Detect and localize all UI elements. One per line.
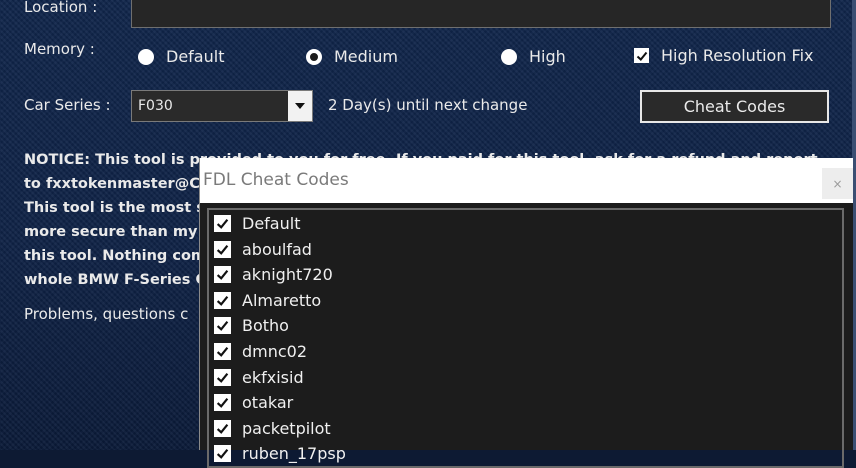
cheat-code-label: Almaretto [242, 290, 322, 310]
checkmark-icon[interactable] [214, 240, 231, 258]
radio-label: Medium [334, 47, 398, 66]
cheat-code-label: Default [242, 214, 301, 233]
car-series-label: Car Series : [24, 96, 111, 114]
cheat-code-item[interactable]: aknight720 [214, 265, 333, 284]
cheat-code-label: dmnc02 [242, 342, 308, 361]
checkmark-icon[interactable] [214, 368, 231, 386]
radio-indicator-selected [306, 48, 322, 65]
memory-radio-high[interactable]: High [501, 47, 566, 66]
dialog-titlebar[interactable]: FDL Cheat Codes × [200, 158, 853, 203]
checkmark-icon[interactable] [214, 419, 231, 437]
close-icon[interactable]: × [822, 168, 853, 199]
location-input[interactable] [131, 0, 831, 28]
radio-label: High [529, 47, 566, 66]
cheat-code-item[interactable]: packetpilot [214, 419, 331, 438]
cheat-code-item[interactable]: Botho [214, 316, 289, 335]
cheat-code-label: packetpilot [242, 418, 331, 438]
memory-label: Memory : [24, 40, 95, 58]
cheat-code-label: ruben_17psp [242, 444, 346, 464]
checkmark-icon[interactable] [214, 394, 231, 412]
location-label: Location : [24, 0, 98, 16]
high-resolution-fix-label: High Resolution Fix [661, 46, 814, 65]
memory-radio-medium[interactable]: Medium [306, 47, 398, 66]
checkmark-icon[interactable] [214, 445, 231, 463]
cheat-code-label: aknight720 [242, 265, 333, 285]
checkmark-icon[interactable] [214, 317, 231, 335]
cheat-codes-list: Default aboulfad aknight720 Almaretto Botho d… [207, 208, 844, 468]
checkmark-icon[interactable] [214, 343, 231, 360]
cheat-code-item[interactable]: Default [214, 214, 300, 233]
car-series-value: F030 [138, 98, 173, 114]
next-change-text: 2 Day(s) until next change [328, 96, 528, 114]
dialog-title: FDL Cheat Codes [203, 170, 349, 190]
radio-label: Default [166, 47, 225, 66]
cheat-codes-button[interactable]: Cheat Codes [640, 90, 829, 123]
high-resolution-fix-checkbox[interactable]: High Resolution Fix [634, 46, 814, 65]
cheat-code-label: ekfxisid [242, 367, 304, 387]
chevron-down-icon[interactable] [288, 91, 312, 121]
radio-indicator [138, 48, 154, 65]
cheat-code-item[interactable]: otakar [214, 393, 293, 412]
checkmark-icon[interactable] [214, 266, 231, 284]
cheat-code-label: otakar [242, 393, 294, 413]
problems-text: Problems, questions c [24, 305, 189, 323]
cheat-codes-dialog: FDL Cheat Codes × Default aboulfad aknight… [199, 158, 853, 468]
radio-indicator [501, 48, 517, 65]
car-series-select[interactable]: F030 [131, 90, 313, 122]
checkmark-icon[interactable] [214, 291, 231, 309]
cheat-code-label: aboulfad [242, 239, 312, 259]
cheat-code-item[interactable]: Almaretto [214, 291, 321, 310]
checkmark-icon[interactable] [214, 215, 231, 232]
checkmark-icon [634, 48, 649, 63]
cheat-code-item[interactable]: ekfxisid [214, 368, 304, 387]
memory-radio-default[interactable]: Default [138, 47, 224, 66]
cheat-code-item[interactable]: ruben_17psp [214, 444, 346, 463]
cheat-code-item[interactable]: dmnc02 [214, 342, 307, 361]
cheat-code-label: Botho [242, 316, 289, 336]
cheat-code-item[interactable]: aboulfad [214, 240, 312, 259]
